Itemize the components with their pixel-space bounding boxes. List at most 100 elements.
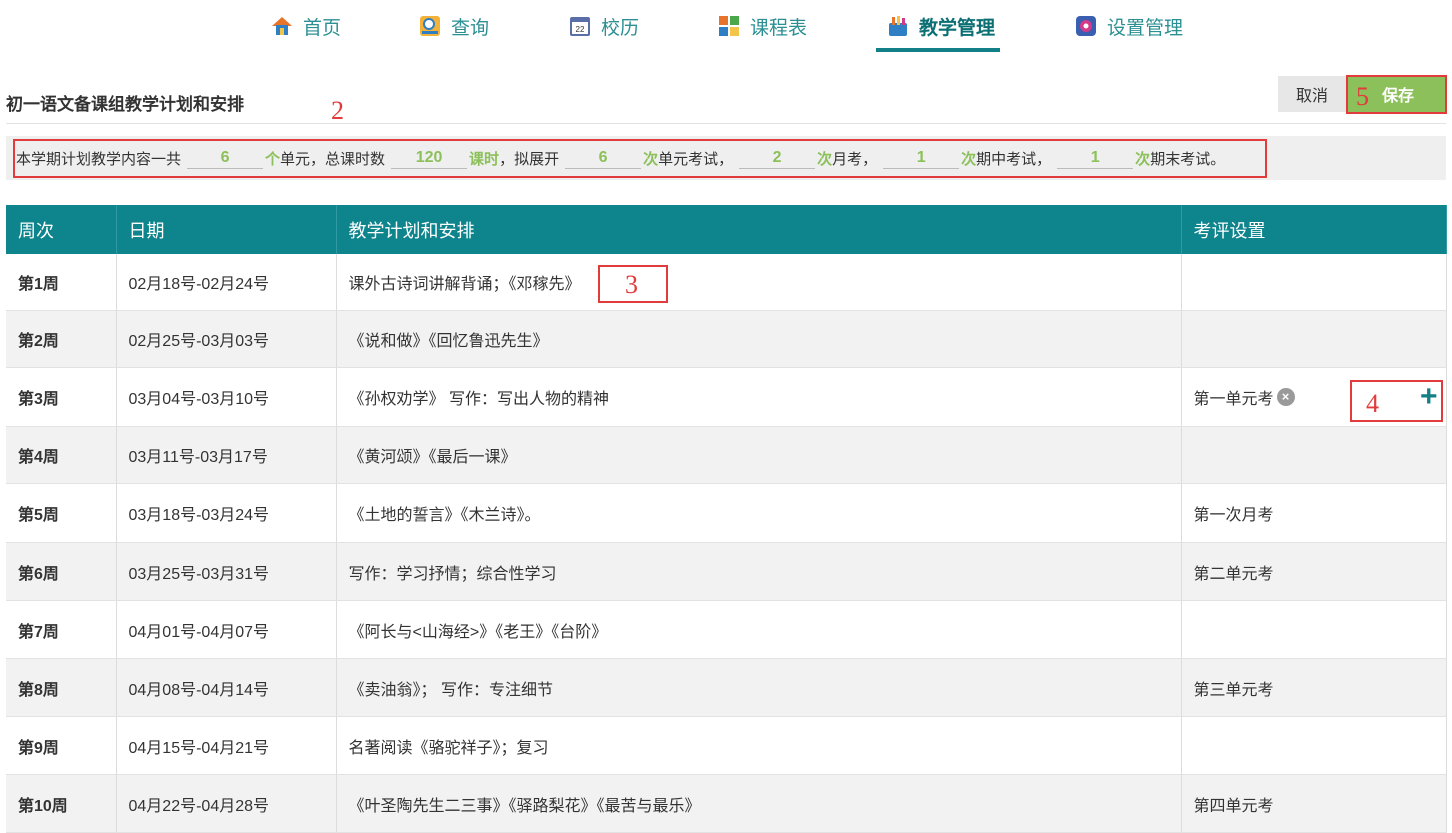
summary-text: 本学期计划教学内容一共 6 个 单元，总课时数 120 课时 ，拟展开 6 次 …: [16, 136, 1225, 180]
active-tab-indicator: [876, 48, 1000, 52]
date-cell: 02月25号-03月03号: [116, 310, 337, 368]
teaching-icon: [886, 14, 910, 38]
plan-cell[interactable]: 名著阅读《骆驼祥子》；复习: [336, 716, 1182, 775]
eval-cell[interactable]: [1181, 716, 1447, 775]
plan-cell[interactable]: 《土地的誓言》《木兰诗》。: [336, 483, 1182, 543]
eval-cell[interactable]: 第二单元考: [1181, 542, 1447, 601]
nav-label: 查询: [451, 17, 490, 39]
nav-label: 课程表: [750, 17, 808, 39]
table-row: 第4周 03月11号-03月17号 《黄河颂》《最后一课》: [6, 426, 1447, 484]
midterm-exam-unit: 次: [961, 150, 977, 168]
plan-cell[interactable]: 《卖油翁》； 写作：专注细节: [336, 658, 1182, 717]
eval-tag-label: 第一单元考: [1193, 391, 1274, 408]
date-cell: 03月11号-03月17号: [116, 426, 337, 484]
svg-text:22: 22: [576, 25, 585, 34]
nav-item-settings[interactable]: 设置管理: [1074, 10, 1183, 42]
week-cell: 第3周: [6, 367, 117, 427]
table-row: 第6周 03月25号-03月31号 写作：学习抒情；综合性学习 第二单元考: [6, 542, 1447, 601]
nav-item-home[interactable]: 首页: [270, 10, 341, 42]
home-icon: [270, 14, 294, 38]
date-cell: 04月15号-04月21号: [116, 716, 337, 775]
unit-exam-input[interactable]: 6: [565, 148, 642, 169]
remove-icon[interactable]: ×: [1276, 388, 1295, 406]
plan-cell[interactable]: 课外古诗词讲解背诵；《邓稼先》: [336, 254, 1182, 311]
date-cell: 04月01号-04月07号: [116, 600, 337, 659]
date-cell: 03月04号-03月10号: [116, 367, 337, 427]
eval-cell[interactable]: [1181, 310, 1447, 368]
week-cell: 第5周: [6, 483, 117, 543]
eval-tag: 第一单元考 ×: [1194, 385, 1295, 409]
query-icon: [418, 14, 442, 38]
plan-cell[interactable]: 写作：学习抒情；综合性学习: [336, 542, 1182, 601]
plan-cell[interactable]: 《叶圣陶先生二三事》《驿路梨花》《最苦与最乐》: [336, 774, 1182, 833]
week-cell: 第4周: [6, 426, 117, 484]
plan-cell[interactable]: 《阿长与<山海经>》《老王》《台阶》: [336, 600, 1182, 659]
nav-label: 教学管理: [919, 17, 996, 39]
nav-item-timetable[interactable]: 课程表: [717, 10, 807, 42]
midterm-exam-input[interactable]: 1: [883, 148, 960, 169]
week-cell: 第2周: [6, 310, 117, 368]
week-cell: 第9周: [6, 716, 117, 775]
date-cell: 02月18号-02月24号: [116, 254, 337, 311]
midterm-exam-suffix: 期中考试，: [976, 150, 1052, 168]
final-exam-unit: 次: [1135, 150, 1151, 168]
column-header-eval: 考评设置: [1181, 205, 1447, 254]
date-cell: 03月25号-03月31号: [116, 542, 337, 601]
calendar-icon: 22: [568, 14, 592, 38]
plan-cell[interactable]: 《说和做》《回忆鲁迅先生》: [336, 310, 1182, 368]
eval-cell[interactable]: 第三单元考: [1181, 658, 1447, 717]
unit-exam-unit: 次: [643, 150, 659, 168]
table-row: 第2周 02月25号-03月03号 《说和做》《回忆鲁迅先生》: [6, 310, 1447, 368]
summary-prefix: 本学期计划教学内容一共: [16, 150, 182, 168]
summary-bar: 本学期计划教学内容一共 6 个 单元，总课时数 120 课时 ，拟展开 6 次 …: [6, 136, 1446, 180]
top-nav: 首页 查询 22 校历 课程表 教学管理 设置管理: [0, 0, 1452, 52]
table-row: 第10周 04月22号-04月28号 《叶圣陶先生二三事》《驿路梨花》《最苦与最…: [6, 774, 1447, 833]
plan-cell[interactable]: 《孙权劝学》 写作：写出人物的精神: [336, 367, 1182, 427]
nav-label: 设置管理: [1107, 17, 1184, 39]
annotation-marker: 3: [625, 270, 638, 299]
hours-suffix: ，拟展开: [499, 150, 560, 168]
add-icon[interactable]: +: [1420, 382, 1438, 412]
page-title: 初一语文备课组教学计划和安排: [6, 95, 244, 114]
hours-input[interactable]: 120: [391, 148, 468, 169]
table-row: 第8周 04月08号-04月14号 《卖油翁》； 写作：专注细节 第三单元考: [6, 658, 1447, 717]
timetable-icon: [717, 14, 741, 38]
monthly-exam-suffix: 月考，: [832, 150, 878, 168]
nav-label: 校历: [601, 17, 640, 39]
column-header-week: 周次: [6, 205, 117, 254]
settings-icon: [1074, 14, 1098, 38]
date-cell: 04月08号-04月14号: [116, 658, 337, 717]
units-unit: 个: [265, 150, 281, 168]
divider: [6, 123, 1446, 124]
plan-table: 周次 日期 教学计划和安排 考评设置 第1周 02月18号-02月24号 课外古…: [6, 205, 1447, 833]
eval-cell[interactable]: [1181, 426, 1447, 484]
nav-item-calendar[interactable]: 22 校历: [568, 10, 639, 42]
week-cell: 第1周: [6, 254, 117, 311]
table-row: 第7周 04月01号-04月07号 《阿长与<山海经>》《老王》《台阶》: [6, 600, 1447, 659]
eval-cell[interactable]: 第四单元考: [1181, 774, 1447, 833]
monthly-exam-unit: 次: [817, 150, 833, 168]
eval-cell[interactable]: 第一单元考 × +: [1181, 367, 1447, 427]
hours-unit: 课时: [469, 150, 500, 168]
week-cell: 第10周: [6, 774, 117, 833]
monthly-exam-input[interactable]: 2: [739, 148, 816, 169]
nav-item-query[interactable]: 查询: [418, 10, 489, 42]
column-header-date: 日期: [116, 205, 337, 254]
cancel-button[interactable]: 取消: [1278, 76, 1346, 112]
annotation-marker: 5: [1356, 82, 1369, 111]
eval-cell[interactable]: [1181, 254, 1447, 311]
unit-exam-suffix: 单元考试，: [658, 150, 734, 168]
eval-cell[interactable]: [1181, 600, 1447, 659]
eval-cell[interactable]: 第一次月考: [1181, 483, 1447, 543]
table-row: 第1周 02月18号-02月24号 课外古诗词讲解背诵；《邓稼先》: [6, 254, 1447, 311]
final-exam-input[interactable]: 1: [1057, 148, 1134, 169]
table-row: 第5周 03月18号-03月24号 《土地的誓言》《木兰诗》。 第一次月考: [6, 483, 1447, 543]
units-input[interactable]: 6: [187, 148, 264, 169]
annotation-marker: 2: [331, 96, 344, 125]
units-suffix: 单元，总课时数: [280, 150, 386, 168]
plan-cell[interactable]: 《黄河颂》《最后一课》: [336, 426, 1182, 484]
nav-item-teaching[interactable]: 教学管理: [886, 10, 995, 42]
nav-label: 首页: [303, 17, 342, 39]
week-cell: 第6周: [6, 542, 117, 601]
date-cell: 03月18号-03月24号: [116, 483, 337, 543]
